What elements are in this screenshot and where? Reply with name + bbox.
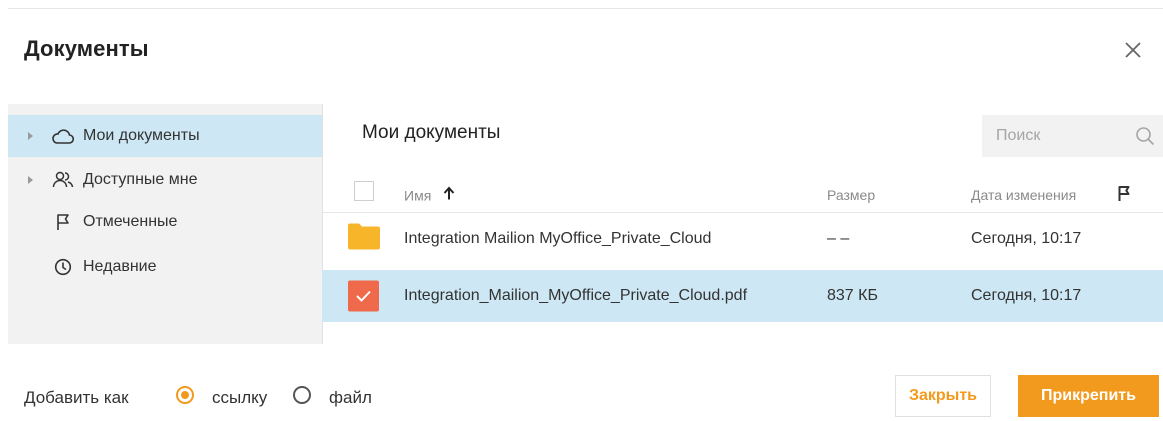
expand-caret-icon[interactable] — [28, 132, 33, 140]
file-checkbox-checked[interactable] — [348, 280, 379, 312]
sidebar-item-shared-with-me[interactable]: Доступные мне — [8, 159, 322, 201]
sidebar: Мои документы Доступные мне Отмеченные Н… — [8, 104, 323, 344]
sidebar-item-label: Недавние — [83, 258, 157, 275]
select-all-checkbox[interactable] — [354, 181, 374, 201]
radio-link[interactable] — [176, 386, 194, 404]
table-row[interactable]: Integration_Mailion_MyOffice_Private_Clo… — [322, 270, 1163, 322]
cloud-icon — [52, 125, 74, 147]
column-name-label: Имя — [404, 187, 432, 203]
sidebar-item-label: Мои документы — [83, 127, 200, 144]
people-icon — [52, 169, 74, 191]
top-divider — [8, 8, 1163, 9]
sidebar-item-label: Доступные мне — [83, 171, 198, 188]
close-icon[interactable] — [1120, 37, 1146, 63]
sidebar-item-label: Отмеченные — [83, 213, 178, 230]
file-name: Integration Mailion MyOffice_Private_Clo… — [404, 230, 712, 247]
arrow-up-icon — [443, 186, 455, 204]
close-button[interactable]: Закрыть — [895, 375, 991, 417]
documents-dialog: Документы Мои документы Доступные мне От… — [0, 0, 1163, 421]
column-modified-header[interactable]: Дата изменения — [971, 187, 1076, 203]
search-box — [982, 115, 1163, 157]
clock-icon — [52, 256, 74, 278]
sidebar-item-my-documents[interactable]: Мои документы — [8, 115, 322, 157]
file-size: – – — [827, 230, 850, 247]
attach-button[interactable]: Прикрепить — [1018, 375, 1159, 417]
column-name-header[interactable]: Имя — [404, 186, 455, 204]
radio-file[interactable] — [293, 386, 311, 404]
dialog-title: Документы — [24, 36, 149, 61]
folder-icon — [348, 223, 380, 255]
table-header: Имя Размер Дата изменения — [322, 178, 1163, 213]
file-size: 837 КБ — [827, 287, 878, 304]
radio-file-label[interactable]: файл — [329, 388, 372, 408]
sidebar-item-recent[interactable]: Недавние — [8, 246, 322, 288]
flag-icon — [52, 211, 74, 233]
file-modified: Сегодня, 10:17 — [971, 230, 1082, 247]
table-row[interactable]: Integration Mailion MyOffice_Private_Clo… — [322, 213, 1163, 265]
flag-icon[interactable] — [1117, 186, 1131, 205]
file-modified: Сегодня, 10:17 — [971, 287, 1082, 304]
add-as-label: Добавить как — [24, 388, 129, 407]
search-input[interactable] — [994, 126, 1128, 146]
expand-caret-icon[interactable] — [28, 176, 33, 184]
sidebar-item-flagged[interactable]: Отмеченные — [8, 201, 322, 243]
search-icon[interactable] — [1135, 126, 1155, 146]
folder-title: Мои документы — [362, 122, 501, 143]
column-size-header[interactable]: Размер — [827, 187, 875, 203]
file-name: Integration_Mailion_MyOffice_Private_Clo… — [404, 287, 748, 304]
radio-link-label[interactable]: ссылку — [212, 388, 267, 408]
